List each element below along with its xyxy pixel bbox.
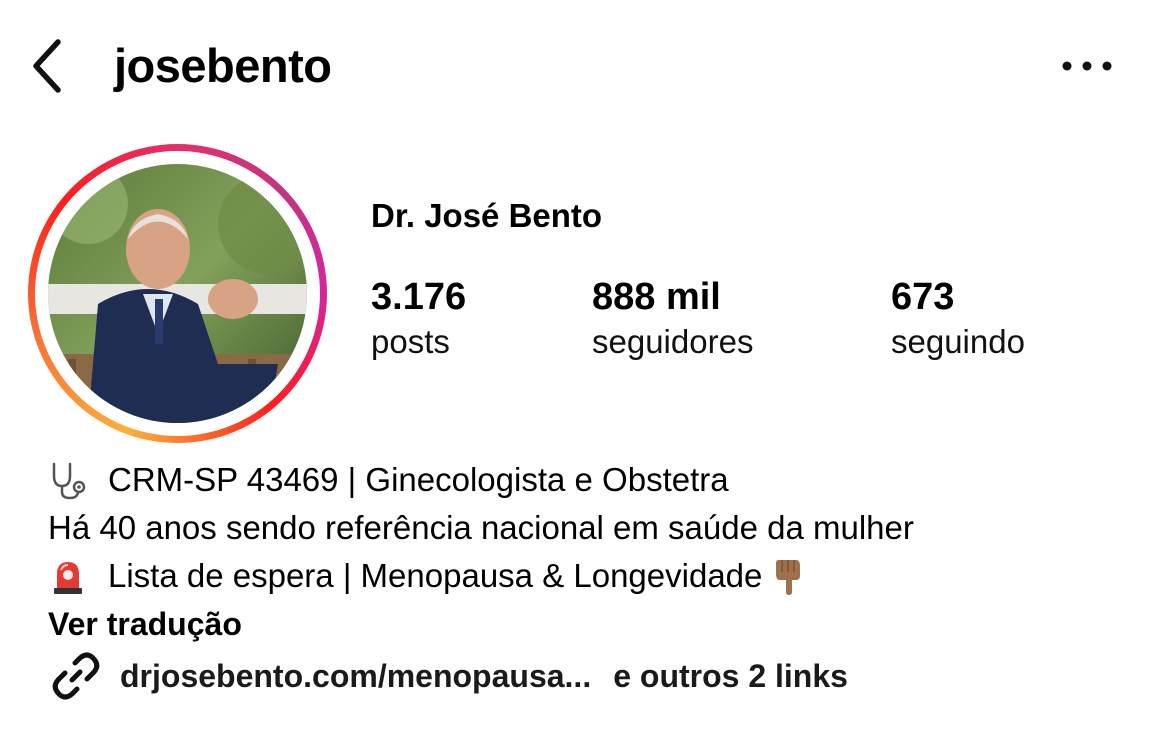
profile-bio: CRM-SP 43469 | Ginecologista e Obstetra … [48,456,1138,648]
profile-links: drjosebento.com/menopausa... e outros 2 … [48,648,848,704]
more-options-button[interactable] [1052,44,1122,88]
chevron-left-icon [33,39,61,93]
profile-username: josebento [114,39,332,92]
bio-line: Lista de espera | Menopausa & Longevidad… [48,552,1138,600]
primary-link[interactable]: drjosebento.com/menopausa... [120,658,591,695]
stethoscope-icon [48,460,96,500]
bio-line-text: Lista de espera | Menopausa & Longevidad… [108,557,763,594]
posts-count-label: posts [371,323,450,360]
followers-count[interactable]: 888 mil seguidores [592,274,753,364]
back-button[interactable] [20,32,76,100]
avatar-photo [48,164,307,423]
followers-count-label: seguidores [592,323,754,360]
bio-line-text: Há 40 anos sendo referência nacional em … [48,509,914,546]
display-name: Dr. José Bento [371,197,603,234]
bio-line: Há 40 anos sendo referência nacional em … [48,504,1138,552]
following-count-label: seguindo [891,323,1025,360]
top-bar: josebento [0,0,1170,130]
bio-line-text: CRM-SP 43469 | Ginecologista e Obstetra [108,461,729,498]
avatar [48,164,307,423]
bio-line: CRM-SP 43469 | Ginecologista e Obstetra [48,456,1138,504]
pointing-down-hand-icon [768,556,816,596]
more-horizontal-icon [1062,61,1112,71]
avatar-story-ring[interactable] [28,144,327,443]
following-count-value: 673 [891,276,955,318]
followers-count-value: 888 mil [592,276,721,318]
see-translation-button[interactable]: Ver tradução [48,600,242,648]
more-links-button[interactable]: e outros 2 links [613,658,848,695]
link-icon [48,648,104,704]
siren-icon [48,556,96,596]
posts-count-value: 3.176 [371,276,467,318]
following-count[interactable]: 673 seguindo [891,274,1025,364]
posts-count[interactable]: 3.176 posts [371,274,466,364]
